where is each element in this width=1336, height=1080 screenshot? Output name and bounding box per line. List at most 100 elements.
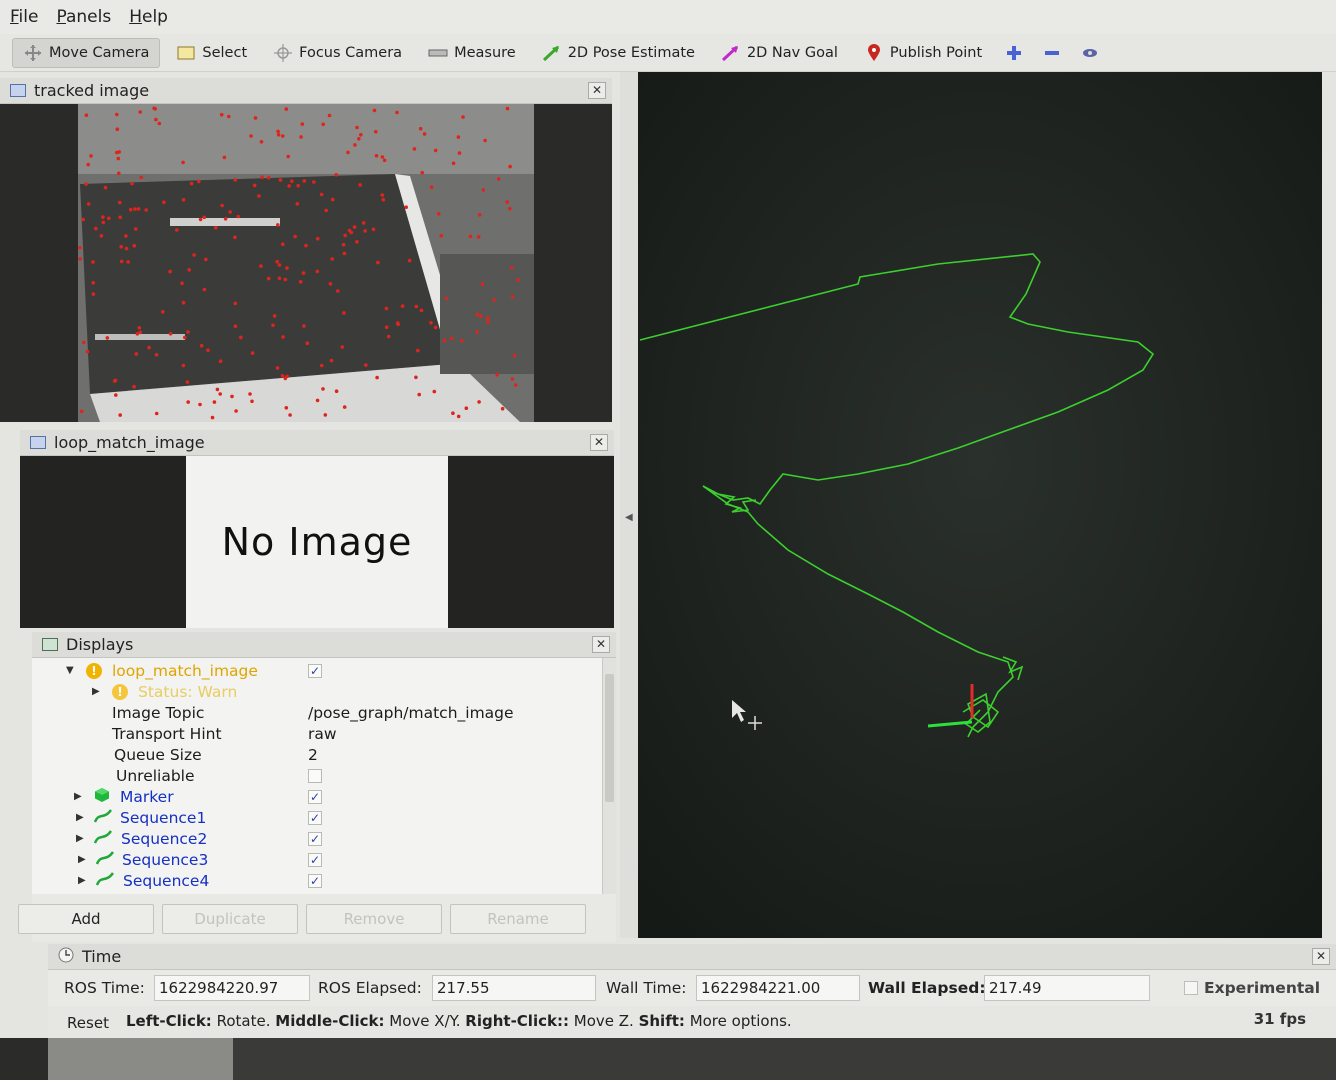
feature-point <box>287 184 292 188</box>
duplicate-display-button[interactable]: Duplicate <box>162 904 298 934</box>
tree-row-sequence4[interactable]: ▶ Sequence4 ✓ <box>32 870 602 891</box>
bezel-segment <box>233 1038 1336 1080</box>
expand-arrow-icon[interactable]: ▶ <box>76 833 84 844</box>
expand-arrow-icon[interactable]: ▼ <box>66 665 74 676</box>
feature-point <box>374 154 379 158</box>
ros-elapsed-field[interactable]: 217.55 <box>432 975 596 1001</box>
rename-display-button[interactable]: Rename <box>450 904 586 934</box>
tree-row-status[interactable]: ▶ ! Status: Warn <box>32 681 602 702</box>
remove-tool-button[interactable] <box>1036 38 1068 68</box>
publish-point-tool[interactable]: Publish Point <box>854 38 992 68</box>
expand-arrow-icon[interactable]: ▶ <box>76 812 84 823</box>
feature-point <box>105 336 110 340</box>
remove-display-button[interactable]: Remove <box>306 904 442 934</box>
displays-close-button[interactable]: ✕ <box>592 636 610 653</box>
feature-point <box>419 308 424 313</box>
feature-point <box>118 413 122 417</box>
menubar: File Panels Help <box>0 0 1336 34</box>
collapse-arrow-icon[interactable]: ◀ <box>625 512 633 523</box>
feature-point <box>218 392 222 396</box>
menu-file[interactable]: File <box>10 7 38 27</box>
feature-point <box>512 353 517 358</box>
wall-time-field[interactable]: 1622984221.00 <box>696 975 860 1001</box>
tree-row-image-topic[interactable]: Image Topic /pose_graph/match_image <box>32 702 602 723</box>
feature-point <box>386 334 391 339</box>
tree-row-sequence3[interactable]: ▶ Sequence3 ✓ <box>32 849 602 870</box>
feature-point <box>280 134 285 138</box>
ros-time-field[interactable]: 1622984220.97 <box>154 975 310 1001</box>
displays-scrollbar[interactable] <box>602 658 616 894</box>
feature-point <box>223 217 228 221</box>
wall-elapsed-field[interactable]: 217.49 <box>984 975 1150 1001</box>
view-options-button[interactable] <box>1074 38 1106 68</box>
tracked-image-close-button[interactable]: ✕ <box>588 82 606 99</box>
feature-point <box>281 242 285 246</box>
display-enabled-checkbox[interactable]: ✓ <box>308 873 322 888</box>
tree-row-queue-size[interactable]: Queue Size 2 <box>32 744 602 765</box>
focus-camera-tool[interactable]: Focus Camera <box>263 38 412 68</box>
feature-point <box>414 375 418 380</box>
add-display-button[interactable]: Add <box>18 904 154 934</box>
tree-row-sequence1[interactable]: ▶ Sequence1 ✓ <box>32 807 602 828</box>
feature-point <box>352 225 357 229</box>
feature-point <box>315 269 320 274</box>
monitor-bezel <box>0 1038 1336 1080</box>
display-enabled-checkbox[interactable]: ✓ <box>308 663 322 678</box>
expand-arrow-icon[interactable]: ▶ <box>92 686 100 697</box>
tree-row-loop-match-image[interactable]: ▼ ! loop_match_image ✓ <box>32 660 602 681</box>
expand-arrow-icon[interactable]: ▶ <box>74 791 82 802</box>
feature-point <box>84 182 88 186</box>
feature-point <box>115 127 120 131</box>
tree-row-transport-hint[interactable]: Transport Hint raw <box>32 723 602 744</box>
loop-match-close-button[interactable]: ✕ <box>590 434 608 451</box>
feature-points-overlay <box>78 106 520 420</box>
reset-button[interactable]: Reset <box>58 1011 118 1035</box>
feature-point <box>513 383 518 387</box>
time-close-button[interactable]: ✕ <box>1312 948 1330 965</box>
tree-row-marker[interactable]: ▶ Marker ✓ <box>32 786 602 807</box>
image-topic-value[interactable]: /pose_graph/match_image <box>308 704 514 722</box>
feature-point <box>276 132 281 137</box>
feature-point <box>486 316 490 320</box>
feature-point <box>277 263 282 267</box>
menu-help[interactable]: Help <box>129 7 168 27</box>
nav-goal-tool[interactable]: 2D Nav Goal <box>711 38 848 68</box>
feature-point <box>508 206 512 211</box>
property-label: Image Topic <box>112 703 205 722</box>
move-camera-tool[interactable]: Move Camera <box>12 37 161 68</box>
warning-icon: ! <box>112 683 128 700</box>
feature-point <box>147 345 151 350</box>
experimental-checkbox[interactable] <box>1184 981 1198 995</box>
tree-row-unreliable[interactable]: Unreliable <box>32 765 602 786</box>
feature-point <box>364 363 368 367</box>
display-enabled-checkbox[interactable]: ✓ <box>308 810 322 825</box>
transport-hint-value[interactable]: raw <box>308 725 337 743</box>
select-icon <box>176 44 196 62</box>
feature-point <box>376 260 380 265</box>
measure-tool[interactable]: Measure <box>418 38 526 68</box>
menu-panels[interactable]: Panels <box>56 7 111 27</box>
3d-render-view[interactable] <box>638 72 1322 938</box>
feature-point <box>128 207 133 212</box>
feature-point <box>275 366 280 370</box>
queue-size-value[interactable]: 2 <box>308 746 318 764</box>
expand-arrow-icon[interactable]: ▶ <box>78 854 86 865</box>
feature-point <box>101 215 105 219</box>
select-tool[interactable]: Select <box>166 38 257 68</box>
tree-row-sequence2[interactable]: ▶ Sequence2 ✓ <box>32 828 602 849</box>
display-enabled-checkbox[interactable]: ✓ <box>308 852 322 867</box>
status-text: Status: Warn <box>138 682 238 701</box>
panel-splitter[interactable]: ◀ <box>620 72 638 938</box>
feature-point <box>266 276 271 281</box>
pose-estimate-tool[interactable]: 2D Pose Estimate <box>532 38 705 68</box>
display-enabled-checkbox[interactable]: ✓ <box>308 831 322 846</box>
feature-point <box>505 106 510 111</box>
add-tool-button[interactable] <box>998 38 1030 68</box>
expand-arrow-icon[interactable]: ▶ <box>78 875 86 886</box>
feature-point <box>384 325 389 329</box>
scrollbar-thumb[interactable] <box>605 674 614 802</box>
display-enabled-checkbox[interactable]: ✓ <box>308 789 322 804</box>
feature-point <box>456 414 461 419</box>
unreliable-checkbox[interactable] <box>308 768 322 783</box>
feature-point <box>284 107 289 111</box>
